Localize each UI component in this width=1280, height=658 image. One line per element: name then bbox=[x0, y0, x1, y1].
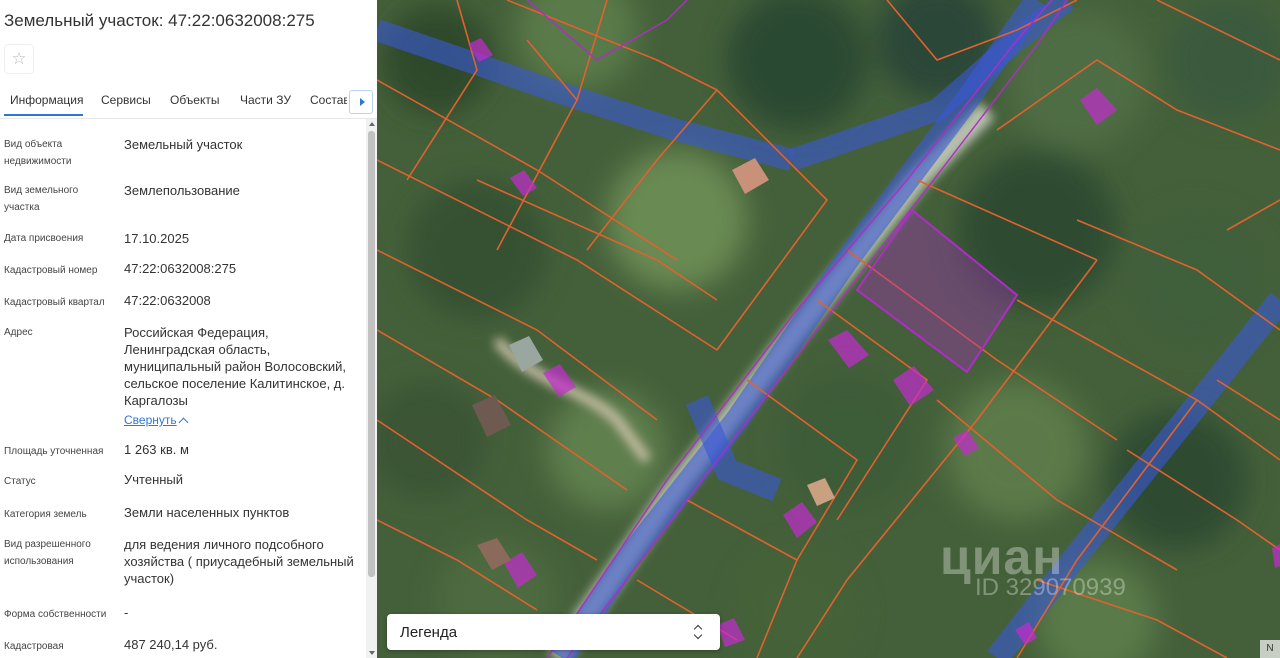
chevron-up-icon[interactable] bbox=[178, 417, 189, 428]
page-title: Земельный участок: 47:22:0632008:275 bbox=[4, 11, 315, 30]
tab-bar: Информация Сервисы Объекты Части ЗУ Сост… bbox=[0, 88, 377, 118]
property-value: Российская Федерация, Ленинградская обла… bbox=[124, 325, 347, 408]
property-label: Статус bbox=[4, 476, 36, 487]
map-canvas[interactable] bbox=[377, 0, 1280, 658]
collapse-link[interactable]: Свернуть bbox=[124, 413, 177, 427]
property-value: Земельный участок bbox=[124, 137, 243, 152]
property-label: Вид объекта недвижимости bbox=[4, 139, 72, 167]
favorite-button[interactable]: ☆ bbox=[4, 44, 34, 74]
tab-objects[interactable]: Объекты bbox=[170, 88, 220, 116]
property-value: 47:22:0632008 bbox=[124, 293, 211, 308]
property-value: Учтенный bbox=[124, 472, 184, 487]
property-label: Адрес bbox=[4, 327, 33, 338]
property-value: 47:22:0632008:275 bbox=[124, 261, 237, 276]
info-panel: Земельный участок: 47:22:0632008:275 ☆ И… bbox=[0, 0, 378, 658]
tab-scroll-right-button[interactable] bbox=[349, 90, 373, 114]
property-label: Дата присвоения bbox=[4, 233, 84, 244]
scrollbar-thumb[interactable] bbox=[368, 131, 375, 577]
property-value: для ведения личного подсобного хозяйства… bbox=[124, 537, 354, 586]
property-label: Категория земель bbox=[4, 509, 87, 520]
chevron-up-down-icon bbox=[693, 623, 703, 641]
legend-label: Легенда bbox=[400, 624, 458, 641]
panel-scrollbar[interactable] bbox=[366, 119, 377, 658]
map-attribution: N bbox=[1260, 640, 1280, 658]
property-value: - bbox=[124, 605, 129, 620]
property-label: Площадь уточненная bbox=[4, 446, 104, 457]
property-label: Кадастровый квартал bbox=[4, 297, 105, 308]
scroll-up-icon[interactable] bbox=[369, 122, 375, 126]
tab-parts[interactable]: Части ЗУ bbox=[240, 88, 291, 116]
property-value: 1 263 кв. м bbox=[124, 442, 189, 457]
tab-composition[interactable]: Состав bbox=[310, 88, 347, 116]
property-value: 487 240,14 руб. bbox=[124, 637, 218, 652]
tab-info[interactable]: Информация bbox=[4, 88, 83, 116]
property-label: Вид земельного участка bbox=[4, 185, 79, 213]
property-value: Землепользование bbox=[124, 183, 240, 198]
property-value: Земли населенных пунктов bbox=[124, 505, 290, 520]
tab-services[interactable]: Сервисы bbox=[101, 88, 151, 116]
property-label: Кадастровая bbox=[4, 641, 64, 652]
watermark-id: ID 329070939 bbox=[975, 574, 1126, 601]
scroll-down-icon[interactable] bbox=[369, 651, 375, 655]
cadastral-map[interactable] bbox=[377, 0, 1280, 658]
star-outline-icon: ☆ bbox=[11, 49, 27, 68]
property-label: Вид разрешенного использования bbox=[4, 539, 91, 567]
property-label: Форма собственности bbox=[4, 609, 107, 620]
property-value: 17.10.2025 bbox=[124, 231, 190, 246]
legend-dropdown[interactable]: Легенда bbox=[387, 614, 720, 650]
property-label: Кадастровый номер bbox=[4, 265, 98, 276]
property-list: Вид объекта недвижимости Земельный участ… bbox=[0, 119, 366, 658]
